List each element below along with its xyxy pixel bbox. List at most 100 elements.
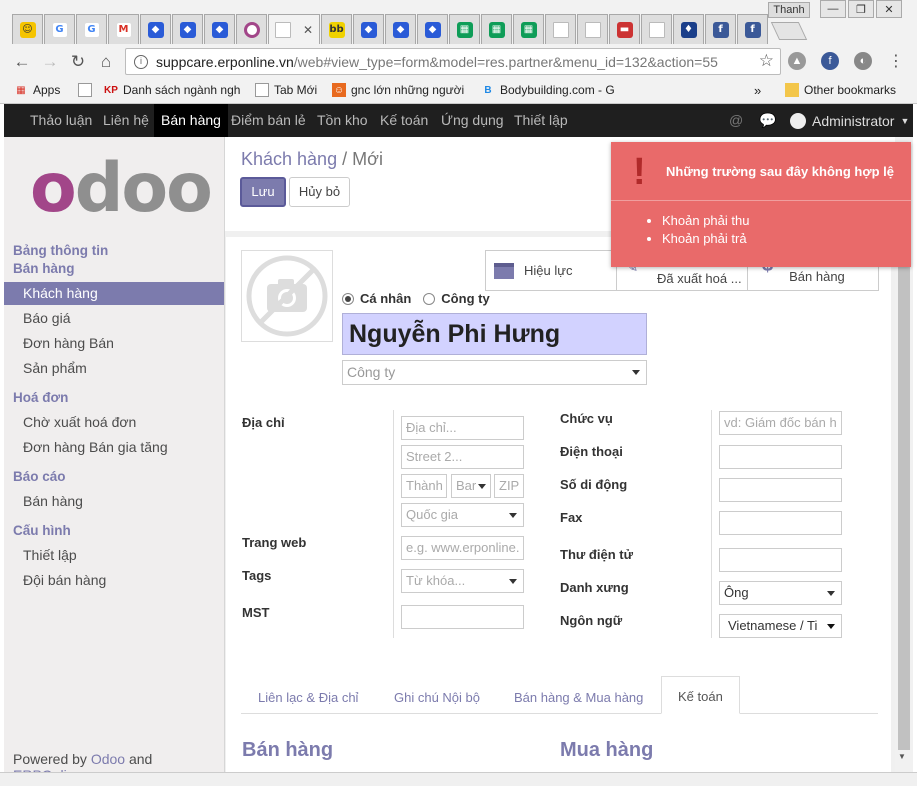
browser-tab[interactable]	[641, 14, 672, 44]
browser-tab[interactable]: G	[76, 14, 107, 44]
breadcrumb-parent[interactable]: Khách hàng	[241, 149, 337, 169]
menu-contacts[interactable]: Liên hệ	[96, 104, 156, 137]
browser-tab[interactable]	[545, 14, 576, 44]
tab-accounting[interactable]: Kế toán	[661, 676, 740, 714]
email-input[interactable]	[719, 548, 842, 572]
bookmark-item[interactable]: KP Danh sách ngành ngh	[104, 83, 240, 97]
sidebar-item-quotations[interactable]: Báo giá	[4, 307, 224, 330]
country-select[interactable]: Quốc gia	[401, 503, 524, 527]
address-bar[interactable]: i suppcare.erponline.vn/web#view_type=fo…	[125, 48, 781, 75]
company-select[interactable]: Công ty	[342, 360, 647, 385]
title-select[interactable]: Ông	[719, 581, 842, 605]
browser-tab[interactable]: bb	[321, 14, 352, 44]
menu-settings[interactable]: Thiết lập	[507, 104, 575, 137]
browser-tab[interactable]: f	[737, 14, 768, 44]
menu-accounting[interactable]: Kế toán	[373, 104, 435, 137]
street2-input[interactable]: Street 2...	[401, 445, 524, 469]
chrome-menu-icon[interactable]: ⋮	[887, 52, 905, 70]
browser-tab[interactable]: M	[108, 14, 139, 44]
browser-tab[interactable]: ▦	[513, 14, 544, 44]
radio-company[interactable]	[423, 292, 436, 305]
sidebar-item-customers[interactable]: Khách hàng	[4, 282, 224, 305]
tab-contacts-addresses[interactable]: Liên lạc & Địa chỉ	[242, 687, 374, 718]
radio-person[interactable]	[342, 292, 354, 305]
browser-tab[interactable]: ◆	[140, 14, 171, 44]
name-input[interactable]: Nguyễn Phi Hưng	[342, 313, 647, 355]
minimize-icon[interactable]: —	[820, 0, 846, 18]
sidebar-item-sales-orders[interactable]: Đơn hàng Bán	[4, 332, 224, 355]
menu-pos[interactable]: Điểm bán lẻ	[224, 104, 313, 137]
fax-input[interactable]	[719, 511, 842, 535]
scroll-down-icon[interactable]: ▼	[898, 752, 906, 761]
browser-tab[interactable]: ☺	[12, 14, 43, 44]
street-input[interactable]: Địa chỉ...	[401, 416, 524, 440]
chat-icon[interactable]: 💬	[759, 112, 776, 129]
browser-tab[interactable]: ▦	[449, 14, 480, 44]
menu-inventory[interactable]: Tồn kho	[310, 104, 375, 137]
browser-tab[interactable]: ◆	[204, 14, 235, 44]
back-icon[interactable]: ←	[12, 52, 32, 72]
sidebar-item-config-settings[interactable]: Thiết lập	[4, 544, 224, 567]
state-select[interactable]: Bar	[451, 474, 491, 498]
browser-tab[interactable]	[236, 14, 267, 44]
sidebar-item-sales-teams[interactable]: Đội bán hàng	[4, 569, 224, 592]
bookmark-item[interactable]: B Bodybuilding.com - G	[481, 83, 614, 97]
sidebar-header-dashboard[interactable]: Bảng thông tin	[13, 243, 108, 258]
close-icon[interactable]: ✕	[303, 23, 313, 37]
active-toggle-button[interactable]: Hiệu lực	[486, 251, 617, 290]
phone-input[interactable]	[719, 445, 842, 469]
browser-tab[interactable]: ◆	[172, 14, 203, 44]
bookmark-item[interactable]: Tab Mới	[255, 83, 317, 97]
browser-tab[interactable]: G	[44, 14, 75, 44]
browser-tab[interactable]: ◆	[417, 14, 448, 44]
browser-tab[interactable]: ▦	[481, 14, 512, 44]
new-tab-button[interactable]	[770, 22, 808, 40]
sidebar-item-products[interactable]: Sản phẩm	[4, 357, 224, 380]
menu-apps[interactable]: Ứng dụng	[434, 104, 511, 137]
profile-button[interactable]: Thanh	[768, 2, 810, 18]
tab-sales-purchases[interactable]: Bán hàng & Mua hàng	[498, 687, 659, 718]
city-input[interactable]: Thành	[401, 474, 447, 498]
at-icon[interactable]: @	[729, 112, 743, 128]
menu-sales[interactable]: Bán hàng	[154, 104, 228, 137]
browser-tab[interactable]: ▬	[609, 14, 640, 44]
mobile-input[interactable]	[719, 478, 842, 502]
info-icon[interactable]: i	[134, 54, 148, 69]
language-select[interactable]: Vietnamese / Ti	[719, 614, 842, 638]
sidebar-item-upselling[interactable]: Đơn hàng Bán gia tăng	[4, 436, 224, 459]
job-input[interactable]: vd: Giám đốc bán h	[719, 411, 842, 435]
forward-icon[interactable]: →	[40, 52, 60, 72]
discard-button[interactable]: Hủy bỏ	[289, 177, 350, 207]
website-input[interactable]: e.g. www.erponline.	[401, 536, 524, 560]
sidebar-item-sales-report[interactable]: Bán hàng	[4, 490, 224, 513]
browser-tab[interactable]: f	[705, 14, 736, 44]
user-menu[interactable]: Administrator ▼	[790, 104, 909, 137]
odoo-link[interactable]: Odoo	[91, 751, 125, 767]
browser-tab[interactable]: ♦	[673, 14, 704, 44]
maximize-icon[interactable]: ❐	[848, 0, 874, 18]
close-window-icon[interactable]: ✕	[876, 0, 902, 18]
bookmark-item[interactable]	[78, 83, 97, 97]
save-button[interactable]: Lưu	[240, 177, 286, 207]
tags-input[interactable]: Từ khóa...	[401, 569, 524, 593]
facebook-icon[interactable]: f	[821, 52, 839, 70]
zip-input[interactable]: ZIP	[494, 474, 524, 498]
bookmark-star-icon[interactable]: ☆	[759, 51, 774, 71]
reload-icon[interactable]: ↻	[68, 52, 88, 72]
odoo-logo[interactable]: odoo	[30, 155, 213, 223]
menu-discuss[interactable]: Thảo luận	[23, 104, 99, 137]
scrollbar-thumb[interactable]	[898, 250, 910, 750]
tax-id-input[interactable]	[401, 605, 524, 629]
extension-icon[interactable]: ◐	[854, 52, 872, 70]
browser-tab[interactable]: ◆	[353, 14, 384, 44]
sidebar-item-to-invoice[interactable]: Chờ xuất hoá đơn	[4, 411, 224, 434]
home-icon[interactable]: ⌂	[96, 52, 116, 72]
browser-tab-active[interactable]: ✕	[268, 14, 320, 44]
extension-icon[interactable]: ▲	[788, 52, 806, 70]
bookmark-apps[interactable]: ▦ Apps	[14, 83, 60, 97]
contact-image[interactable]	[241, 250, 333, 342]
tab-internal-notes[interactable]: Ghi chú Nội bộ	[378, 687, 496, 718]
bookmark-item[interactable]: ☺ gnc lớn những người	[332, 83, 464, 97]
bookmark-other[interactable]: Other bookmarks	[785, 83, 896, 97]
browser-tab[interactable]	[577, 14, 608, 44]
